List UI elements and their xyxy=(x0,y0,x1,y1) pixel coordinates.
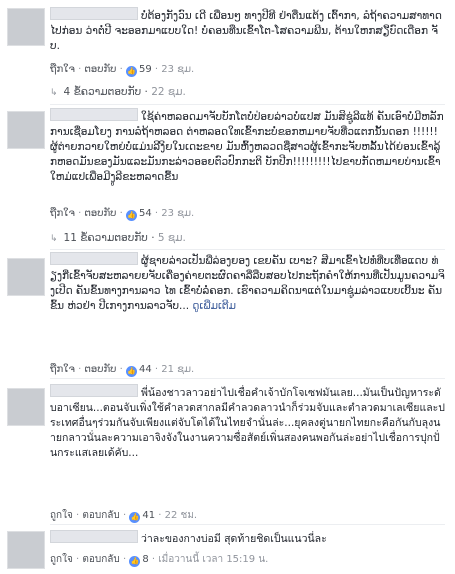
reply-link[interactable]: ຕອບກັບ xyxy=(84,364,116,375)
reply-arrow-icon: ↳ xyxy=(50,234,58,244)
reply-arrow-icon: ↳ xyxy=(50,88,58,98)
like-count[interactable]: 8 xyxy=(142,554,148,565)
commenter-name[interactable] xyxy=(50,530,138,543)
comment-body: ໃຊ້ຄ່າຫລອດມາຈັບບັກໂຕບໍ່ປ່ອຍລ່າວບໍ່ແປສ ມັ… xyxy=(50,108,445,185)
replies-label[interactable]: 4 ຂໍ້ຄວາມຕອບກັບ xyxy=(64,86,142,98)
thumbs-up-icon: 👍 xyxy=(129,512,141,523)
timestamp[interactable]: เมื่อวานนี้ เวลา 15:19 น. xyxy=(158,554,268,565)
comment-actions: ຖືກໃຈ · ຕອບກັບ · 👍 59 · 23 ຊມ. xyxy=(50,64,195,77)
like-link[interactable]: ຖືກໃຈ xyxy=(50,64,75,75)
like-count[interactable]: 44 xyxy=(139,364,152,375)
commenter-name[interactable] xyxy=(50,384,138,397)
comment: ໃຊ້ຄ່າຫລອດມາຈັບບັກໂຕບໍ່ປ່ອຍລ່າວບໍ່ແປສ ມັ… xyxy=(0,105,455,245)
reply-link[interactable]: ตอบกลับ xyxy=(82,510,119,521)
like-link[interactable]: ຖືກໃຈ xyxy=(50,208,75,219)
replies-label[interactable]: 11 ຂໍ້ຄວາມຕອບກັບ xyxy=(64,232,148,244)
avatar[interactable] xyxy=(7,388,45,426)
avatar[interactable] xyxy=(7,531,45,569)
like-count[interactable]: 54 xyxy=(139,208,152,219)
thumbs-up-icon: 👍 xyxy=(125,66,137,77)
comment: ບໍ່ຕ້ອງກັງວົນ ເດີ ເພື່ອນໆ ທາງປີທີ ຢ່າຕື່… xyxy=(0,0,455,104)
timestamp[interactable]: 23 ຊມ. xyxy=(161,64,194,75)
comment-actions: ถูกใจ · ตอบกลับ · 👍 8 · เมื่อวานนี้ เวลา … xyxy=(50,554,269,567)
like-count[interactable]: 59 xyxy=(139,64,152,75)
avatar[interactable] xyxy=(7,111,45,149)
comment-text: ໃຊ້ຄ່າຫລອດມາຈັບບັກໂຕບໍ່ປ່ອຍລ່າວບໍ່ແປສ ມັ… xyxy=(50,111,444,183)
like-link[interactable]: ຖືກໃຈ xyxy=(50,364,75,375)
reply-link[interactable]: ตอบกลับ xyxy=(82,554,119,565)
comment-body: ບໍ່ຕ້ອງກັງວົນ ເດີ ເພື່ອນໆ ທາງປີທີ ຢ່າຕື່… xyxy=(50,7,445,54)
comment-actions: ຖືກໃຈ · ຕອບກັບ · 👍 44 · 21 ຊມ. xyxy=(50,364,195,377)
reply-link[interactable]: ຕອບກັບ xyxy=(84,64,116,75)
comment-body: ຜູ້ຊາຍລ່າວເປັນພີ່ລ່ອງຍອງ ເຂຍຄັນ ເບາະ? ສີ… xyxy=(50,252,445,314)
timestamp[interactable]: 21 ຊມ. xyxy=(161,364,194,375)
avatar[interactable] xyxy=(7,8,45,46)
replies-time: 22 ຊມ. xyxy=(151,86,186,98)
comment-text: ว่าละของกางบ่อมี สุดท้ายชิดเป็นแนวนี่ละ xyxy=(141,533,327,545)
commenter-name[interactable] xyxy=(50,252,138,265)
see-more-link[interactable]: ດູເພີ່ມເຕີມ xyxy=(192,300,236,312)
thumbs-up-icon: 👍 xyxy=(125,210,137,221)
comment: ຜູ້ຊາຍລ່າວເປັນພີ່ລ່ອງຍອງ ເຂຍຄັນ ເບາະ? ສີ… xyxy=(0,250,455,377)
timestamp[interactable]: 23 ຊມ. xyxy=(161,208,194,219)
like-count[interactable]: 41 xyxy=(142,510,155,521)
view-replies[interactable]: ↳ 11 ຂໍ້ຄວາມຕອບກັບ · 5 ຊມ. xyxy=(50,232,186,244)
like-link[interactable]: ถูกใจ xyxy=(50,554,73,565)
view-replies[interactable]: ↳ 4 ຂໍ້ຄວາມຕອບກັບ · 22 ຊມ. xyxy=(50,86,186,98)
like-link[interactable]: ถูกใจ xyxy=(50,510,73,521)
replies-time: 5 ຊມ. xyxy=(157,232,186,244)
thumbs-up-icon: 👍 xyxy=(125,366,137,377)
comment-text: พี่น้องชาวลาวอย่าไปเชื่อคำเจ้าบักโจเซฟมั… xyxy=(50,387,445,459)
comment-body: ว่าละของกางบ่อมี สุดท้ายชิดเป็นแนวนี่ละ xyxy=(50,530,445,547)
comment-actions: ถูกใจ · ตอบกลับ · 👍 41 · 22 ชม. xyxy=(50,510,198,523)
avatar[interactable] xyxy=(7,258,45,296)
reply-link[interactable]: ຕອບກັບ xyxy=(84,208,116,219)
thumbs-up-icon: 👍 xyxy=(129,556,141,567)
commenter-name[interactable] xyxy=(50,108,138,121)
comment: ว่าละของกางบ่อมี สุดท้ายชิดเป็นแนวนี่ละ … xyxy=(0,525,455,574)
comment-body: พี่น้องชาวลาวอย่าไปเชื่อคำเจ้าบักโจเซฟมั… xyxy=(50,384,445,461)
comment: พี่น้องชาวลาวอย่าไปเชื่อคำเจ้าบักโจเซฟมั… xyxy=(0,379,455,529)
commenter-name[interactable] xyxy=(50,7,138,20)
comment-actions: ຖືກໃຈ · ຕອບກັບ · 👍 54 · 23 ຊມ. xyxy=(50,208,195,221)
timestamp[interactable]: 22 ชม. xyxy=(165,510,197,521)
